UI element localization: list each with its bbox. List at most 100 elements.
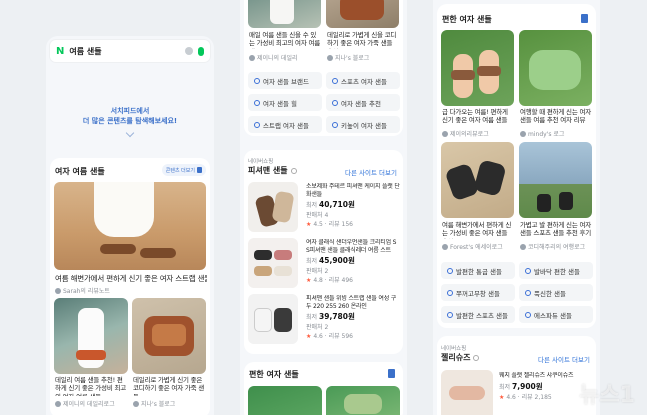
related-chip-4[interactable]: 여자 샌들 추천 bbox=[326, 94, 400, 111]
section-title: 여자 여름 샌들 bbox=[55, 167, 105, 176]
search-input[interactable]: 여름 샌들 bbox=[69, 46, 180, 57]
rating: ★ 4.5 · 리뷰 156 bbox=[306, 221, 353, 228]
more-content-button[interactable]: 콘텐츠 더보기 bbox=[161, 164, 206, 176]
info-icon bbox=[473, 354, 480, 361]
avatar bbox=[55, 287, 61, 294]
related-chip-3[interactable]: 여자 샌들 힐 bbox=[248, 94, 322, 111]
search-icon bbox=[447, 311, 453, 318]
sandal-photo-b[interactable] bbox=[132, 298, 206, 374]
shop-brand: 네이버쇼핑 bbox=[248, 159, 274, 165]
shopping-panel-jelly: 네이버쇼핑 젤리슈즈 다른 사이트 더보기 웨지 플랫 젤리슈즈 샤쿠이슈즈 최… bbox=[437, 336, 596, 415]
card-main-author: Sarah의 리뷰노트 bbox=[55, 286, 110, 295]
feed-card-comfy-sandals: 편한 여자 샌들 bbox=[244, 362, 403, 415]
search-icon bbox=[332, 77, 338, 84]
product-image-3[interactable] bbox=[248, 294, 298, 344]
card-b-text[interactable]: 데일리로 가볍게 신기 좋은 코디하기 좋은 여자 가죽 샌들 bbox=[133, 376, 206, 396]
banner-line-2: 더 많은 콘텐츠를 탐색해보세요! bbox=[82, 117, 178, 125]
avatar bbox=[55, 400, 61, 407]
card-c-author: Forest's 에세이로그 bbox=[442, 242, 514, 251]
avatar bbox=[520, 243, 526, 250]
related-chip-1[interactable]: 발편한 통굽 샌들 bbox=[441, 262, 515, 279]
sandal-photo-sand[interactable] bbox=[441, 142, 514, 218]
star-icon: ★ bbox=[499, 394, 505, 401]
card-b-author: 지나's 블로그 bbox=[133, 399, 206, 408]
naver-logo: N bbox=[56, 45, 65, 57]
other-sites-link[interactable]: 다른 사이트 더보기 bbox=[345, 167, 397, 177]
sandal-photo-grass-a[interactable] bbox=[441, 30, 514, 106]
rating: ★ 4.8 · 리뷰 496 bbox=[306, 277, 353, 284]
product-item-1[interactable]: 소보제화 주테르 피셔맨 케이지 플랫 단화샌들 최저 40,710원 판매처 4… bbox=[306, 183, 400, 228]
phone-screen-left: N 여름 샌들 서치피드에서 더 많은 콘텐츠를 탐색해보세요! 여자 여름 샌… bbox=[46, 36, 214, 415]
other-sites-link[interactable]: 다른 사이트 더보기 bbox=[538, 354, 590, 364]
search-icon bbox=[332, 99, 338, 106]
search-icon bbox=[332, 121, 338, 128]
sandal-photo-d[interactable] bbox=[326, 386, 400, 415]
sandal-photo-c[interactable] bbox=[248, 386, 322, 415]
beach-sandal-photo[interactable] bbox=[54, 182, 206, 270]
section-title: 편한 여자 샌들 bbox=[249, 370, 299, 379]
search-bar[interactable]: N 여름 샌들 bbox=[50, 40, 210, 62]
product-item-3[interactable]: 피셔맨 샌들 위빙 스트랩 샌들 여성 구두 220 255 260 온라인 최… bbox=[306, 295, 400, 340]
top-b-text[interactable]: 데일리로 가볍게 신을 코디하기 좋은 여자 가죽 샌들 추천 bbox=[327, 31, 399, 49]
search-icon bbox=[254, 99, 260, 106]
seller-count: 판매처 2 bbox=[306, 268, 329, 275]
card-d-text[interactable]: 가볍고 발 편하게 신는 여자 샌들 스포츠 샌들 추천 후기 bbox=[520, 221, 592, 239]
shop-brand: 네이버쇼핑 bbox=[441, 346, 467, 352]
info-icon bbox=[290, 167, 297, 174]
sandal-photo-a[interactable] bbox=[54, 298, 128, 374]
shopping-panel-fisherman: 네이버쇼핑 피셔맨 샌들 다른 사이트 더보기 소보제화 주테르 피셔맨 케이지… bbox=[244, 150, 403, 354]
clear-icon[interactable] bbox=[185, 47, 193, 55]
product-image-jelly[interactable] bbox=[441, 370, 493, 415]
card-d-author: 코디해주리의 여행로그 bbox=[520, 242, 592, 251]
related-chip-2[interactable]: 발바닥 편한 샌들 bbox=[519, 262, 593, 279]
star-icon: ★ bbox=[306, 333, 312, 340]
top-b-author: 지나's 블로그 bbox=[327, 53, 399, 62]
chevron-down-icon[interactable] bbox=[125, 128, 135, 138]
avatar bbox=[442, 243, 448, 250]
sandal-photo-top-b[interactable] bbox=[326, 0, 399, 28]
related-chip-2[interactable]: 스포츠 여자 샌들 bbox=[326, 72, 400, 89]
news1-watermark: 뉴스1 bbox=[579, 383, 635, 408]
product-price: 최저 40,710원 bbox=[306, 200, 355, 209]
avatar bbox=[442, 130, 448, 137]
card-a-text[interactable]: 데일리 여름 샌들 추천! 편하게 신기 좋은 가성비 최고의 여자 여름 샌들 bbox=[55, 376, 128, 396]
search-icon bbox=[525, 267, 531, 274]
bookmark-icon[interactable] bbox=[581, 14, 588, 23]
sandal-photo-jeans[interactable] bbox=[519, 142, 592, 218]
avatar bbox=[133, 400, 139, 407]
search-icon bbox=[525, 289, 531, 296]
bookmark-icon[interactable] bbox=[388, 369, 395, 378]
product-name: 피셔맨 샌들 위빙 스트랩 샌들 여성 구두 220 255 260 온라인 bbox=[306, 295, 397, 310]
phone-screen-middle: 매일 여름 샌들 신을 수 있는 가성비 최고의 여자 여름 샌들 데일리로 가… bbox=[240, 0, 407, 415]
avatar bbox=[327, 54, 333, 61]
card-a-text[interactable]: 급 다가오는 여름! 편하게 신기 좋은 여자 여름 샌들 bbox=[442, 108, 514, 126]
shop-title: 피셔맨 샌들 bbox=[248, 165, 297, 176]
star-icon: ★ bbox=[306, 221, 312, 228]
sandal-photo-grass-b[interactable] bbox=[519, 30, 592, 106]
related-chip-6[interactable]: 키높이 여자 샌들 bbox=[326, 116, 400, 133]
card-b-text[interactable]: 여행할 때 편하게 신는 여자 샌들 여름 추천 여자 리뷰 bbox=[520, 108, 592, 126]
seller-count: 판매처 2 bbox=[306, 324, 329, 331]
related-chip-5[interactable]: 스트랩 여자 샌들 bbox=[248, 116, 322, 133]
card-c-text[interactable]: 여름 해변가에서 편하게 신는 가성비 좋은 여자 샌들 추천 bbox=[442, 221, 514, 239]
product-image-1[interactable] bbox=[248, 182, 298, 232]
card-main-text[interactable]: 여름 해변가에서 편하게 신기 좋은 여자 스트랩 샌들 내돈내산 bbox=[55, 274, 207, 284]
feed-card-women-summer-sandals: 여자 여름 샌들 콘텐츠 더보기 여름 해변가에서 편하게 신기 좋은 여자 스… bbox=[50, 158, 210, 415]
product-item-2[interactable]: 여자 클래식 샌더우먼샌들 크리티엄 S S피셔맨 샌들 클래식레더 여름 스트… bbox=[306, 239, 400, 284]
product-name: 여자 클래식 샌더우먼샌들 크리티엄 S S피셔맨 샌들 클래식레더 여름 스트 bbox=[306, 239, 397, 254]
section-title: 편한 여자 샌들 bbox=[442, 15, 492, 24]
related-chip-1[interactable]: 여자 샌들 브랜드 bbox=[248, 72, 322, 89]
related-chip-5[interactable]: 발편한 스포츠 샌들 bbox=[441, 306, 515, 323]
related-chip-4[interactable]: 푹신한 샌들 bbox=[519, 284, 593, 301]
bookmark-icon bbox=[197, 167, 202, 173]
microphone-icon[interactable] bbox=[198, 46, 204, 56]
shop-title: 젤리슈즈 bbox=[441, 352, 480, 363]
related-chip-3[interactable]: 쭈꺼고무창 샌들 bbox=[441, 284, 515, 301]
card-a-author: 제이의리뷰로그 bbox=[442, 129, 514, 138]
sandal-photo-top-a[interactable] bbox=[248, 0, 321, 28]
top-a-text[interactable]: 매일 여름 샌들 신을 수 있는 가성비 최고의 여자 여름 샌들 bbox=[249, 31, 321, 49]
product-image-2[interactable] bbox=[248, 238, 298, 288]
searchfeed-banner[interactable]: 서치피드에서 더 많은 콘텐츠를 탐색해보세요! bbox=[46, 62, 214, 152]
card-b-author: mindy's 로그 bbox=[520, 129, 592, 138]
related-chip-6[interactable]: 에스파듀 샌들 bbox=[519, 306, 593, 323]
